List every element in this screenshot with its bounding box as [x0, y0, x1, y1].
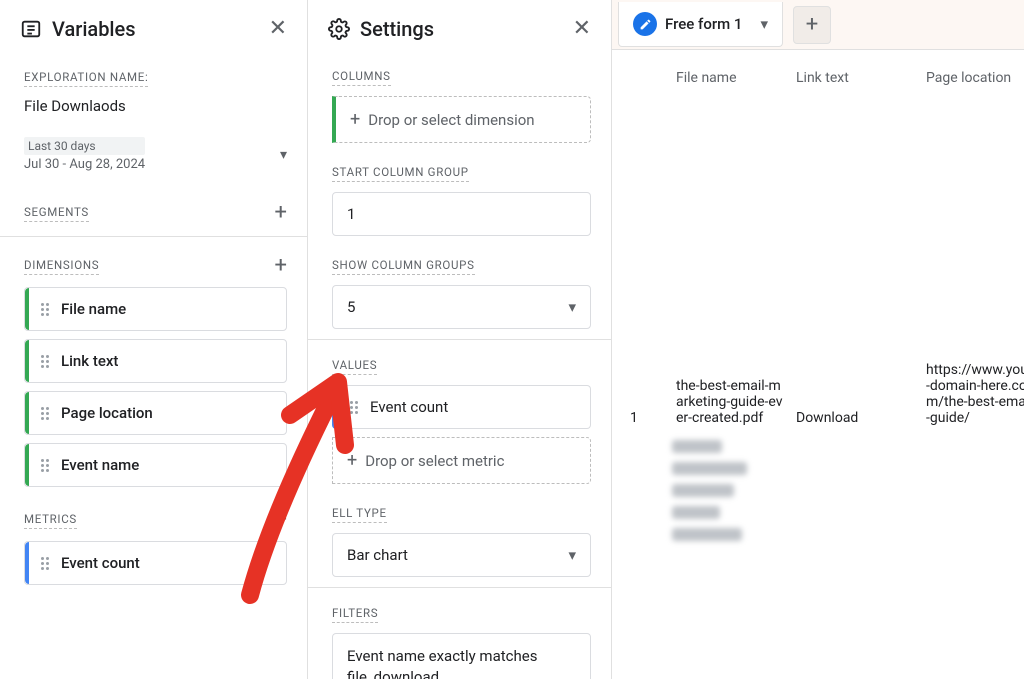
select-value: 5 [347, 298, 355, 316]
tab-label: Free form 1 [665, 15, 742, 33]
dimension-chip-event-name[interactable]: Event name [24, 443, 287, 487]
chip-label: Event name [61, 456, 139, 474]
variables-header: Variables ✕ [0, 0, 307, 55]
divider [0, 236, 307, 237]
table-header-index [630, 70, 676, 86]
add-segment-button[interactable]: + [275, 202, 287, 224]
input-value: 1 [347, 205, 355, 223]
table-header-page-location: Page location [926, 70, 1024, 86]
plus-icon: + [347, 450, 357, 471]
columns-drop-zone[interactable]: + Drop or select dimension [332, 96, 591, 143]
metrics-label: METRICS [24, 512, 77, 529]
tabs-row: Free form 1 ▾ + [612, 0, 1024, 50]
table-spacer [612, 108, 1024, 358]
variables-title: Variables [52, 17, 269, 41]
chevron-down-icon: ▾ [568, 298, 576, 316]
values-drop-zone[interactable]: + Drop or select metric [332, 437, 591, 484]
cell-type-label: ELL TYPE [332, 506, 387, 523]
drag-handle-icon [41, 303, 49, 316]
divider [308, 587, 611, 588]
chip-label: File name [61, 300, 126, 318]
date-preset-badge: Last 30 days [24, 137, 145, 155]
blurred-data [672, 440, 912, 548]
values-chip-event-count[interactable]: Event count [332, 385, 591, 429]
show-column-groups-select[interactable]: 5 ▾ [332, 285, 591, 329]
dimension-chip-page-location[interactable]: Page location [24, 391, 287, 435]
drag-handle-icon [41, 355, 49, 368]
select-value: Bar chart [347, 546, 408, 564]
filter-text: Event name exactly matches file_download [347, 647, 537, 679]
dimensions-list: File name Link text Page location Event … [0, 285, 307, 495]
metrics-header: METRICS + [0, 495, 307, 539]
add-metric-button[interactable]: + [275, 509, 287, 531]
cell-file-name: the-best-email-marketing-guide-ever-crea… [676, 378, 796, 426]
dimensions-header: DIMENSIONS + [0, 241, 307, 285]
chevron-down-icon: ▾ [760, 15, 768, 33]
add-tab-button[interactable]: + [793, 6, 831, 44]
gear-icon [328, 18, 350, 40]
edit-icon [633, 12, 657, 36]
metric-chip-event-count[interactable]: Event count [24, 541, 287, 585]
close-icon[interactable]: ✕ [573, 16, 591, 41]
variables-icon [20, 18, 42, 40]
start-column-group-input[interactable]: 1 [332, 192, 591, 236]
drop-text: Drop or select dimension [368, 111, 534, 129]
exploration-name-value[interactable]: File Downlaods [0, 95, 307, 129]
chip-label: Event count [61, 554, 140, 572]
chevron-down-icon: ▾ [280, 147, 287, 163]
exploration-name-section: EXPLORATION NAME: File Downlaods [0, 55, 307, 133]
metrics-list: Event count [0, 539, 307, 593]
dimensions-label: DIMENSIONS [24, 258, 99, 275]
variables-panel: Variables ✕ EXPLORATION NAME: File Downl… [0, 0, 308, 679]
close-icon[interactable]: ✕ [269, 16, 287, 41]
results-panel: Free form 1 ▾ + File name Link text Page… [612, 0, 1024, 679]
filters-label: FILTERS [332, 606, 378, 623]
divider [308, 339, 611, 340]
cell-index: 1 [630, 410, 676, 426]
start-column-group-label: START COLUMN GROUP [332, 165, 469, 182]
dimension-chip-link-text[interactable]: Link text [24, 339, 287, 383]
add-dimension-button[interactable]: + [275, 255, 287, 277]
drag-handle-icon [41, 557, 49, 570]
cell-page-location: https://www.your-domain-here.com/the-bes… [926, 362, 1024, 426]
chip-label: Link text [61, 352, 118, 370]
table-header-link-text: Link text [796, 70, 926, 86]
cell-type-select[interactable]: Bar chart ▾ [332, 533, 591, 577]
filter-item[interactable]: Event name exactly matches file_download [332, 633, 591, 679]
chip-label: Page location [61, 404, 153, 422]
chip-label: Event count [370, 398, 448, 416]
columns-label: COLUMNS [332, 69, 391, 86]
exploration-name-label: EXPLORATION NAME: [24, 70, 148, 87]
dimension-chip-file-name[interactable]: File name [24, 287, 287, 331]
drag-handle-icon [350, 401, 358, 414]
values-label: VALUES [332, 358, 377, 375]
segments-header: SEGMENTS + [0, 188, 307, 232]
drop-text: Drop or select metric [365, 452, 504, 470]
table-header-row: File name Link text Page location [612, 50, 1024, 108]
drag-handle-icon [41, 407, 49, 420]
settings-panel: Settings ✕ COLUMNS + Drop or select dime… [308, 0, 612, 679]
settings-header: Settings ✕ [308, 0, 611, 55]
plus-icon: + [350, 109, 360, 130]
cell-link-text: Download [796, 410, 926, 426]
table-row[interactable]: 1 the-best-email-marketing-guide-ever-cr… [612, 358, 1024, 430]
chevron-down-icon: ▾ [568, 546, 576, 564]
tab-free-form-1[interactable]: Free form 1 ▾ [618, 2, 783, 47]
settings-title: Settings [360, 17, 573, 41]
date-range-text: Jul 30 - Aug 28, 2024 [24, 157, 145, 172]
drag-handle-icon [41, 459, 49, 472]
table-header-file-name: File name [676, 70, 796, 86]
date-range-picker[interactable]: Last 30 days Jul 30 - Aug 28, 2024 ▾ [0, 133, 307, 188]
segments-label: SEGMENTS [24, 205, 89, 222]
show-column-groups-label: SHOW COLUMN GROUPS [332, 258, 475, 275]
